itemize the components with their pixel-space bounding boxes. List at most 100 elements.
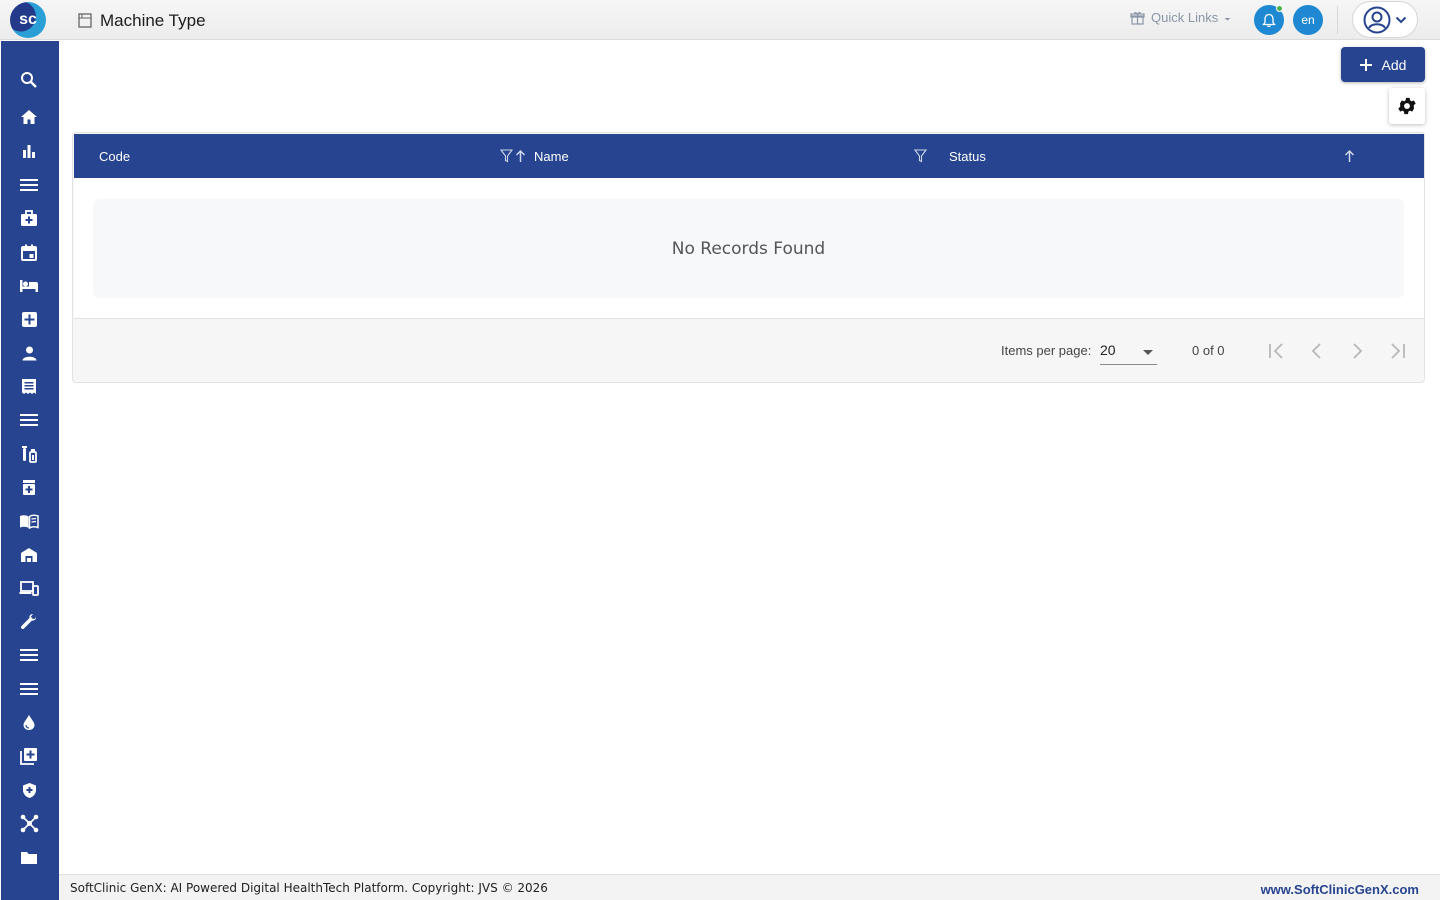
folder-icon (21, 851, 37, 864)
medical-bag-icon (21, 209, 37, 226)
menu-icon (20, 179, 38, 191)
search-icon (21, 72, 37, 88)
sidebar-item-patients[interactable] (18, 342, 40, 364)
notification-dot (1276, 5, 1283, 12)
bell-icon (1262, 13, 1276, 27)
language-button[interactable]: en (1293, 5, 1323, 35)
footer: SoftClinic GenX: AI Powered Digital Heal… (59, 874, 1440, 900)
language-label: en (1301, 13, 1315, 27)
data-table: Code Name Status No Records Found Items … (72, 132, 1425, 383)
sidebar-item-library[interactable] (18, 510, 40, 532)
bed-icon (20, 280, 38, 292)
receipt-icon (22, 378, 36, 394)
previous-page-button[interactable] (1305, 339, 1329, 363)
sidebar (1, 41, 59, 900)
first-page-button[interactable] (1265, 339, 1289, 363)
gift-icon (1130, 11, 1145, 25)
add-button[interactable]: Add (1341, 47, 1425, 82)
app-logo[interactable]: sc (10, 2, 46, 38)
sidebar-item-blood-bank[interactable] (18, 711, 40, 733)
sidebar-item-devices[interactable] (18, 577, 40, 599)
page-icon (78, 13, 92, 28)
sidebar-item-medical-bag[interactable] (18, 207, 40, 229)
bar-chart-icon (23, 145, 35, 158)
menu-icon (20, 649, 38, 661)
calendar-icon (21, 244, 37, 261)
plus-icon (1359, 58, 1372, 71)
sidebar-item-lab[interactable] (18, 443, 40, 465)
last-page-icon (1391, 343, 1405, 359)
empty-state-message: No Records Found (93, 199, 1404, 298)
filter-icon[interactable] (914, 149, 927, 163)
footer-copyright: SoftClinic GenX: AI Powered Digital Heal… (70, 881, 548, 895)
menu-icon (20, 414, 38, 426)
chevron-right-icon (1353, 343, 1363, 359)
sidebar-item-menu-2[interactable] (18, 409, 40, 431)
quick-links-label: Quick Links (1151, 10, 1219, 25)
sidebar-item-store[interactable] (18, 544, 40, 566)
caret-down-icon (1224, 17, 1231, 20)
empty-state-text: No Records Found (671, 238, 826, 259)
profile-menu-button[interactable] (1352, 1, 1418, 38)
page-title: Machine Type (100, 11, 206, 30)
table-header: Code Name Status (74, 134, 1424, 178)
sidebar-item-files[interactable] (18, 846, 40, 868)
blood-drop-icon (23, 714, 35, 730)
sidebar-item-beds[interactable] (18, 275, 40, 297)
table-body: No Records Found (74, 178, 1424, 319)
sidebar-item-billing[interactable] (18, 375, 40, 397)
column-header-code[interactable]: Code (99, 149, 130, 164)
sidebar-item-menu-4[interactable] (18, 678, 40, 700)
chevron-left-icon (1311, 343, 1321, 359)
items-per-page-label: Items per page: (1001, 343, 1092, 358)
last-page-button[interactable] (1385, 339, 1409, 363)
warehouse-icon (21, 548, 37, 562)
logo-text: sc (19, 11, 37, 28)
sidebar-item-add-records[interactable] (18, 745, 40, 767)
sidebar-item-pharmacy[interactable] (18, 476, 40, 498)
add-button-label: Add (1381, 56, 1407, 73)
paginator: Items per page: 20 0 of 0 (74, 319, 1424, 383)
column-header-name[interactable]: Name (534, 149, 569, 164)
column-settings-button[interactable] (1389, 88, 1425, 124)
filter-icon[interactable] (500, 149, 513, 163)
home-icon (21, 110, 37, 124)
caret-down-icon (1143, 350, 1153, 355)
lab-tubes-icon (22, 446, 37, 463)
sort-arrow-icon[interactable] (515, 149, 526, 163)
book-icon (20, 514, 39, 529)
sidebar-item-calendar[interactable] (18, 241, 40, 263)
sidebar-item-home[interactable] (18, 106, 40, 128)
network-icon (20, 814, 38, 832)
first-page-icon (1269, 343, 1283, 359)
column-header-status[interactable]: Status (949, 149, 986, 164)
sidebar-item-menu-3[interactable] (18, 644, 40, 666)
sidebar-item-maintenance[interactable] (18, 611, 40, 633)
sort-arrow-icon[interactable] (1344, 149, 1355, 163)
gear-icon (1398, 97, 1416, 115)
sidebar-item-search[interactable] (18, 69, 40, 91)
menu-icon (20, 683, 38, 695)
header-divider (1337, 6, 1338, 34)
pharmacy-icon (23, 479, 35, 495)
medical-cross-icon (21, 311, 37, 327)
shield-icon (22, 782, 36, 798)
footer-website-link[interactable]: www.SoftClinicGenX.com (1261, 882, 1419, 897)
sidebar-item-medical[interactable] (18, 308, 40, 330)
sidebar-item-menu-1[interactable] (18, 174, 40, 196)
quick-links-dropdown[interactable]: Quick Links (1130, 10, 1231, 25)
items-per-page-select[interactable]: 20 (1100, 339, 1157, 365)
page-range-label: 0 of 0 (1192, 343, 1225, 358)
sidebar-item-reports[interactable] (18, 140, 40, 162)
person-icon (22, 346, 36, 360)
sidebar-item-security[interactable] (18, 779, 40, 801)
sidebar-item-integration[interactable] (18, 812, 40, 834)
items-per-page-value: 20 (1100, 342, 1116, 358)
devices-icon (19, 580, 39, 596)
chevron-down-icon (1395, 16, 1407, 23)
top-header: sc Machine Type Quick Links en (0, 0, 1440, 40)
next-page-button[interactable] (1345, 339, 1369, 363)
avatar-icon (1363, 6, 1391, 33)
wrench-icon (20, 614, 37, 630)
add-library-icon (20, 748, 37, 765)
